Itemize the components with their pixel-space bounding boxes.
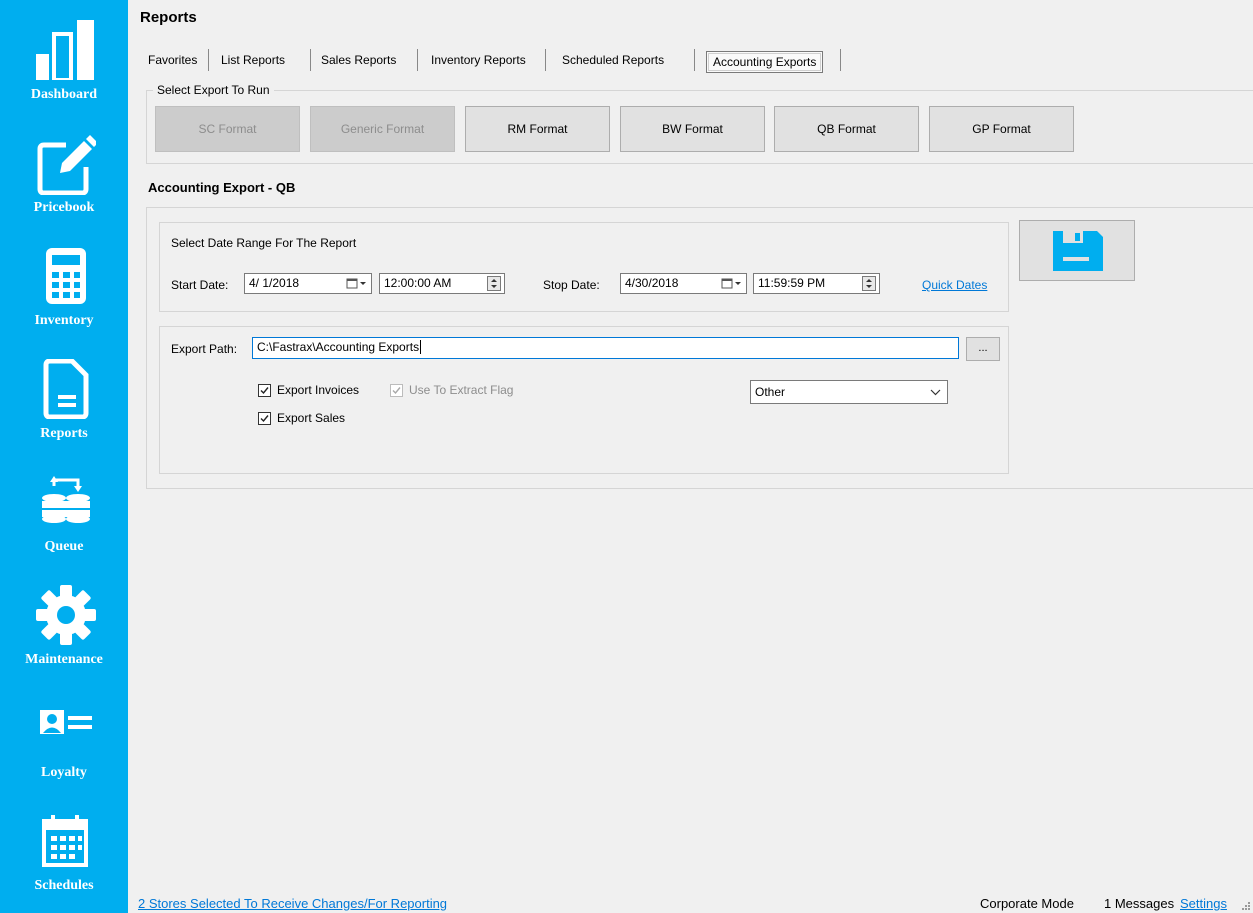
stop-time-field[interactable]: 11:59:59 PM [753,273,880,294]
use-extract-flag-checkbox[interactable] [390,384,403,397]
save-button[interactable] [1019,220,1135,281]
sidebar-item-schedules[interactable]: Schedules [0,791,128,903]
select-export-legend: Select Export To Run [153,83,274,97]
spinner-arrows-icon [866,279,872,288]
sc-format-button[interactable]: SC Format [155,106,300,152]
stop-date-label: Stop Date: [543,278,600,292]
export-invoices-checkbox[interactable] [258,384,271,397]
sidebar-item-label: Pricebook [33,200,95,215]
sidebar-item-pricebook[interactable]: Pricebook [0,113,128,225]
chevron-down-icon [930,389,941,396]
sidebar: Dashboard Pricebook Inventory Reports Qu… [0,0,128,913]
document-icon [43,359,89,419]
calendar-dropdown-icon[interactable] [720,275,744,292]
browse-button[interactable]: ... [966,337,1000,361]
sidebar-item-reports[interactable]: Reports [0,339,128,451]
calendar-dropdown-icon[interactable] [345,275,369,292]
page-title: Reports [140,9,197,26]
start-date-label: Start Date: [171,278,229,292]
calendar-icon [42,815,88,867]
sidebar-item-maintenance[interactable]: Maintenance [0,565,128,677]
settings-link[interactable]: Settings [1180,896,1227,911]
checkmark-icon [392,387,401,395]
corporate-mode-label: Corporate Mode [980,896,1074,911]
gp-format-button[interactable]: GP Format [929,106,1074,152]
resize-grip-icon[interactable] [1241,901,1251,911]
sidebar-item-queue[interactable]: Queue [0,452,128,564]
export-path-input[interactable]: C:\Fastrax\Accounting Exports [252,337,959,359]
messages-count[interactable]: 1 Messages [1104,896,1174,911]
use-extract-flag-label[interactable]: Use To Extract Flag [409,383,513,397]
stores-selected-link[interactable]: 2 Stores Selected To Receive Changes/For… [138,896,447,911]
text-cursor [420,340,422,354]
floppy-disk-icon [1053,231,1103,271]
generic-format-button[interactable]: Generic Format [310,106,455,152]
tab-sales-reports[interactable]: Sales Reports [313,48,404,72]
start-time-spinner[interactable] [487,276,501,291]
calculator-icon [46,248,86,304]
export-type-dropdown[interactable]: Other [750,380,948,404]
stop-time-spinner[interactable] [862,276,876,291]
spinner-arrows-icon [491,279,497,288]
stop-date-picker[interactable]: 4/30/2018 [620,273,747,294]
tab-separator [310,49,311,71]
checkmark-icon [260,387,269,395]
database-sync-icon [42,476,90,523]
tab-favorites[interactable]: Favorites [140,48,205,72]
sidebar-item-label: Maintenance [25,652,103,667]
tab-list-reports[interactable]: List Reports [213,48,293,72]
start-date-value: 4/ 1/2018 [249,276,300,290]
export-path-label: Export Path: [171,342,238,356]
sidebar-item-loyalty[interactable]: Loyalty [0,678,128,790]
stop-time-value: 11:59:59 PM [758,276,826,290]
tab-separator [545,49,546,71]
tab-separator [417,49,418,71]
sidebar-item-label: Queue [44,539,84,554]
date-range-title: Select Date Range For The Report [171,236,357,250]
main-panel: Reports Favorites List Reports Sales Rep… [128,0,1253,913]
sidebar-item-inventory[interactable]: Inventory [0,226,128,338]
section-title: Accounting Export - QB [148,180,296,195]
stop-date-value: 4/30/2018 [625,276,679,290]
bw-format-button[interactable]: BW Format [620,106,765,152]
export-invoices-label[interactable]: Export Invoices [277,383,359,397]
sidebar-item-label: Schedules [34,878,94,893]
bar-chart-icon [36,20,94,80]
status-bar: 2 Stores Selected To Receive Changes/For… [128,893,1253,913]
rm-format-button[interactable]: RM Format [465,106,610,152]
sidebar-item-label: Dashboard [30,87,98,102]
gear-icon [36,585,96,645]
qb-format-button[interactable]: QB Format [774,106,919,152]
export-sales-label[interactable]: Export Sales [277,411,345,425]
checkmark-icon [260,415,269,423]
tab-separator [694,49,695,71]
quick-dates-link[interactable]: Quick Dates [922,278,987,292]
edit-document-icon [37,135,96,195]
export-sales-checkbox[interactable] [258,412,271,425]
start-date-picker[interactable]: 4/ 1/2018 [244,273,372,294]
tab-accounting-exports[interactable]: Accounting Exports [706,51,824,73]
start-time-field[interactable]: 12:00:00 AM [379,273,505,294]
tab-inventory-reports[interactable]: Inventory Reports [423,48,534,72]
start-time-value: 12:00:00 AM [384,276,452,290]
export-type-value: Other [755,385,786,399]
sidebar-item-label: Reports [40,426,88,441]
id-card-icon [40,710,92,734]
sidebar-item-dashboard[interactable]: Dashboard [0,0,128,112]
tab-separator [208,49,209,71]
sidebar-item-label: Loyalty [41,765,87,780]
tab-separator [840,49,841,71]
export-path-value: C:\Fastrax\Accounting Exports [257,340,420,354]
tab-scheduled-reports[interactable]: Scheduled Reports [554,48,672,72]
sidebar-item-label: Inventory [34,313,94,328]
